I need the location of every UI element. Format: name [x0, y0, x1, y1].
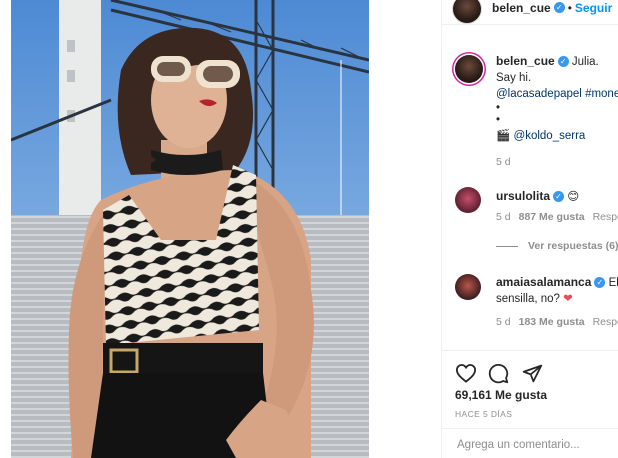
comment-likes[interactable]: 183 Me gusta — [519, 316, 585, 328]
comment-time: 5 d — [496, 316, 511, 328]
verified-badge-icon: ✓ — [557, 56, 569, 68]
comment-meta: 5 d 183 Me gusta Respo — [496, 316, 618, 328]
caption-bullet: • — [496, 114, 501, 126]
credit-link[interactable]: @koldo_serra — [514, 130, 586, 142]
caption-avatar[interactable] — [455, 55, 483, 83]
heart-icon[interactable] — [455, 363, 477, 383]
comment-icon[interactable] — [488, 363, 509, 384]
comment-input[interactable] — [455, 438, 618, 452]
posted-time: HACE 5 DÍAS — [455, 409, 513, 419]
author-username[interactable]: belen_cue — [492, 1, 551, 15]
post-side-panel: belen_cue ✓ • Seguir belen_cue ✓ Julia. Say … — [441, 0, 618, 458]
post-header: belen_cue ✓ • Seguir — [442, 0, 618, 25]
view-replies-button[interactable]: Ver respuestas (6) — [496, 240, 618, 252]
mention-link[interactable]: @lacasadepapel — [496, 88, 582, 100]
clapper-icon: 🎬 — [496, 130, 511, 142]
comment-time: 5 d — [496, 211, 511, 223]
commenter-avatar[interactable] — [455, 187, 481, 213]
caption-credit-line: 🎬 @koldo_serra — [496, 128, 618, 144]
caption-line-2: Say hi. — [496, 72, 532, 84]
comment-text-2: sensilla, no? — [496, 293, 560, 305]
follow-button[interactable]: Seguir — [575, 1, 612, 15]
view-replies-label: Ver respuestas (6) — [528, 240, 618, 252]
caption-first-line: belen_cue ✓ Julia. — [496, 53, 618, 70]
caption-bullet: • — [496, 102, 501, 114]
comment-first-line: ursulolita ✓ 😊 — [496, 188, 618, 205]
comments-list: belen_cue ✓ Julia. Say hi. @lacasadepapel… — [442, 25, 618, 350]
replies-line — [496, 245, 518, 247]
hashtag-link[interactable]: #mone — [585, 88, 618, 100]
comment-first-line: amaiasalamanca✓ Ella — [496, 274, 618, 291]
commenter-username[interactable]: amaiasalamanca — [496, 275, 591, 289]
commenter-username[interactable]: ursulolita — [496, 189, 550, 203]
add-comment-bar — [442, 428, 618, 458]
likes-count[interactable]: 69,161 Me gusta — [455, 388, 547, 402]
reply-button[interactable]: Respo — [593, 316, 618, 328]
caption-line-3: @lacasadepapel #mone — [496, 86, 618, 102]
post-photo[interactable] — [11, 0, 369, 458]
caption-username[interactable]: belen_cue — [496, 54, 555, 68]
comment-meta: 5 d 887 Me gusta Respo — [496, 211, 618, 223]
comment-line-2: sensilla, no? ❤ — [496, 291, 618, 307]
caption-time: 5 d — [496, 156, 511, 168]
reply-button[interactable]: Respo — [593, 211, 618, 223]
verified-badge-icon: ✓ — [553, 2, 565, 14]
share-icon[interactable] — [522, 363, 543, 384]
verified-badge-icon: ✓ — [594, 277, 606, 289]
verified-badge-icon: ✓ — [553, 191, 565, 203]
post-photo-illustration — [11, 0, 369, 458]
commenter-avatar[interactable] — [455, 274, 481, 300]
author-avatar[interactable] — [452, 0, 482, 24]
comment-text: 😊 — [567, 191, 580, 203]
separator-dot: • — [567, 1, 572, 15]
comment-likes[interactable]: 887 Me gusta — [519, 211, 585, 223]
caption-text: Julia. — [571, 56, 599, 68]
heart-emoji-icon: ❤ — [563, 293, 573, 305]
comment-text: Ella — [608, 277, 618, 289]
